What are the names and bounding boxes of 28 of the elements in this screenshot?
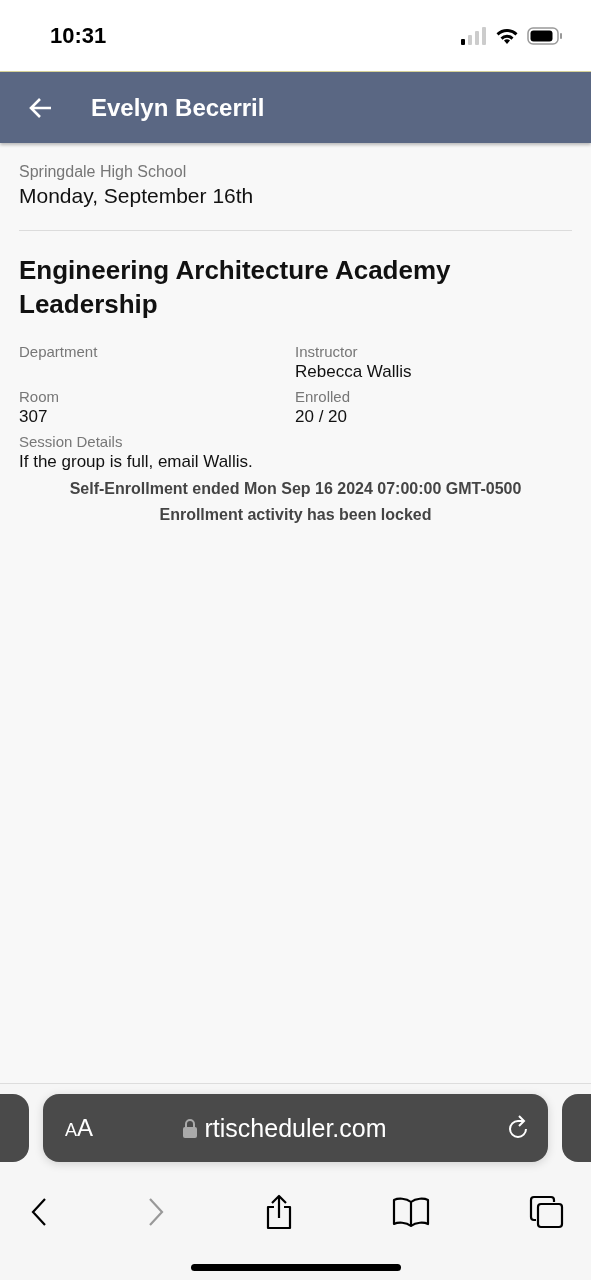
signal-icon [461, 26, 487, 45]
tabs-button[interactable] [529, 1195, 565, 1229]
session-details: If the group is full, email Wallis. [19, 452, 254, 472]
field-label: Enrolled [295, 388, 352, 405]
address-bar[interactable]: AA rtischeduler.com [43, 1094, 548, 1162]
school-name: Springdale High School [19, 163, 188, 181]
field-value: 20 / 20 [295, 407, 348, 427]
field-label: Department [19, 343, 99, 360]
status-time: 10:31 [50, 22, 107, 49]
reload-icon[interactable] [506, 1115, 530, 1141]
battery-icon [527, 26, 563, 45]
text-size-button[interactable]: AA [65, 1114, 94, 1142]
field-value: 307 [19, 407, 49, 427]
back-button[interactable] [29, 96, 53, 119]
wifi-icon [495, 26, 519, 45]
back-nav-button[interactable] [30, 1197, 48, 1227]
field-label: Instructor [295, 343, 359, 360]
session-title: Engineering Architecture Academy Leadership [19, 254, 452, 321]
lock-icon [182, 1118, 197, 1138]
field-value: Rebecca Wallis [295, 362, 413, 382]
field-label: Room [19, 388, 60, 405]
session-date: Monday, September 16th [19, 184, 255, 208]
enrollment-notice: Self-Enrollment ended Mon Sep 16 2024 07:00:00 GMT-0500 [68, 480, 523, 498]
enrollment-notice: Enrollment activity has been locked [158, 506, 433, 524]
field-label: Session Details [19, 433, 124, 450]
page-title: Evelyn Becerril [91, 93, 265, 122]
url-text: rtischeduler.com [204, 1113, 387, 1143]
bookmarks-button[interactable] [392, 1197, 431, 1227]
